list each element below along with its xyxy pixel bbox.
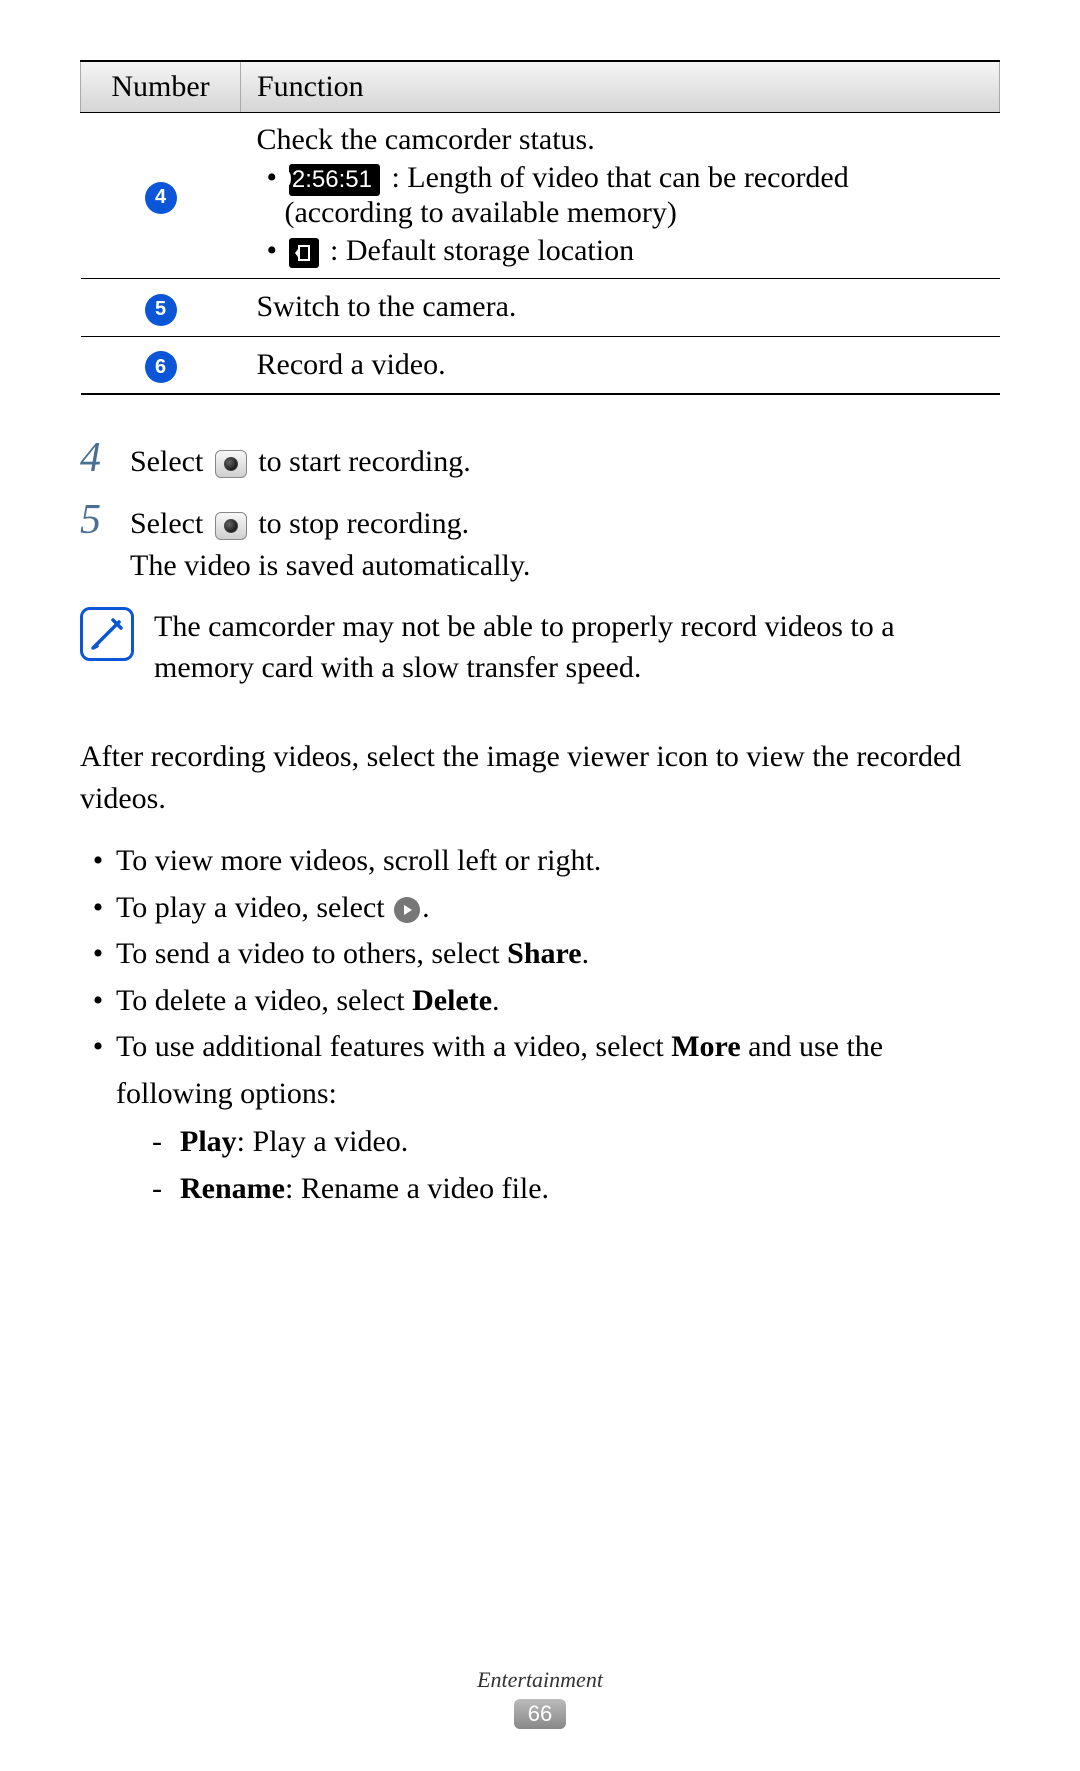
list-item: • To view more videos, scroll left or ri… xyxy=(80,838,1000,885)
step5-post: to stop recording. xyxy=(251,507,469,540)
note-text: The camcorder may not be able to properl… xyxy=(154,607,1000,688)
list-item: • To delete a video, select Delete. xyxy=(80,978,1000,1025)
record-button-icon xyxy=(215,450,247,478)
list-item: • To use additional features with a vide… xyxy=(80,1024,1000,1212)
table-row: 5 Switch to the camera. xyxy=(81,279,1000,337)
sub2-bold: Rename xyxy=(180,1172,285,1205)
step5-pre: Select xyxy=(130,507,211,540)
row4-time-line: • 02:56:51 : Length of video that can be… xyxy=(257,161,984,230)
bullet-list: • To view more videos, scroll left or ri… xyxy=(80,838,1000,1212)
sub1-rest: : Play a video. xyxy=(237,1125,409,1158)
play-icon xyxy=(394,897,420,923)
number-badge-4: 4 xyxy=(145,182,177,214)
function-table: Number Function 4 Check the camcorder st… xyxy=(80,60,1000,395)
bullet-1: To view more videos, scroll left or righ… xyxy=(116,838,1000,885)
step-4: 4 Select to start recording. xyxy=(80,435,1000,483)
list-item: • To play a video, select . xyxy=(80,885,1000,932)
table-row: 6 Record a video. xyxy=(81,336,1000,394)
number-badge-6: 6 xyxy=(145,351,177,383)
note-icon xyxy=(80,607,134,661)
sub-list-item: - Rename: Rename a video file. xyxy=(152,1166,1000,1213)
footer: Entertainment 66 xyxy=(0,1667,1080,1729)
row4-storage-line: • : Default storage location xyxy=(257,234,984,268)
footer-section: Entertainment xyxy=(0,1667,1080,1693)
sub2-rest: : Rename a video file. xyxy=(285,1172,549,1205)
bullet-3-pre: To send a video to others, select xyxy=(116,937,507,970)
note-block: The camcorder may not be able to properl… xyxy=(80,607,1000,688)
bullet-5-pre: To use additional features with a video,… xyxy=(116,1030,671,1063)
th-number: Number xyxy=(81,61,241,113)
row4-title: Check the camcorder status. xyxy=(257,123,984,157)
sub-list-item: - Play: Play a video. xyxy=(152,1119,1000,1166)
step-num-5: 5 xyxy=(80,497,130,543)
time-badge: 02:56:51 xyxy=(289,164,380,196)
step-num-4: 4 xyxy=(80,435,130,481)
bullet-2-post: . xyxy=(422,891,430,924)
sub1-bold: Play xyxy=(180,1125,237,1158)
footer-page-number: 66 xyxy=(514,1699,566,1729)
record-button-icon xyxy=(215,512,247,540)
step4-pre: Select xyxy=(130,445,211,478)
bullet-4-pre: To delete a video, select xyxy=(116,984,412,1017)
bullet-5-bold: More xyxy=(671,1030,740,1063)
bullet-3-post: . xyxy=(582,937,590,970)
step5-line2: The video is saved automatically. xyxy=(130,545,1000,587)
number-badge-5: 5 xyxy=(145,294,177,326)
row6-func: Record a video. xyxy=(241,336,1000,394)
step-5: 5 Select to stop recording. The video is… xyxy=(80,497,1000,587)
table-row: 4 Check the camcorder status. • 02:56:51… xyxy=(81,113,1000,279)
row5-func: Switch to the camera. xyxy=(241,279,1000,337)
bullet-4-post: . xyxy=(492,984,500,1017)
bullet-2-pre: To play a video, select xyxy=(116,891,392,924)
step4-post: to start recording. xyxy=(251,445,471,478)
storage-icon xyxy=(289,238,319,268)
bullet-3-bold: Share xyxy=(507,937,581,970)
row4-storage-desc: : Default storage location xyxy=(323,234,635,267)
bullet-4-bold: Delete xyxy=(412,984,492,1017)
th-function: Function xyxy=(241,61,1000,113)
steps: 4 Select to start recording. 5 Select to… xyxy=(80,435,1000,587)
list-item: • To send a video to others, select Shar… xyxy=(80,931,1000,978)
after-text: After recording videos, select the image… xyxy=(80,736,1000,820)
